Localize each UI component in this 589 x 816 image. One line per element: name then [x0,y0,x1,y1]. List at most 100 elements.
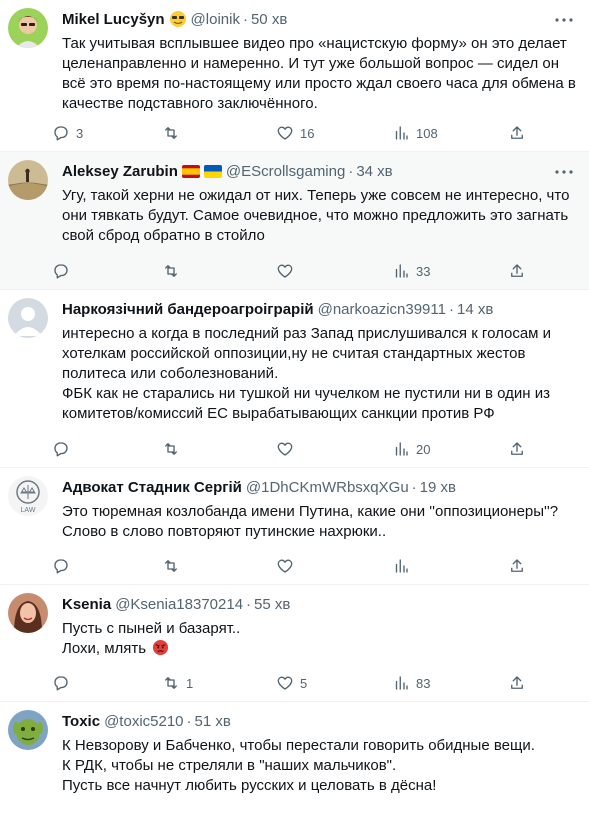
like-count: 5 [300,675,308,691]
reply-button[interactable] [52,556,76,576]
author-name[interactable]: Ksenia [62,596,111,613]
timestamp[interactable]: 14 хв [457,301,493,318]
tweet[interactable]: Наркоязічний бандероагроіграрій @narkoaz… [0,290,589,468]
angry-face-emoji-icon [153,639,169,656]
sunglasses-emoji-icon [169,10,187,28]
views-count: 108 [416,125,438,141]
author-name[interactable]: Toxic [62,713,100,730]
views-button[interactable]: 108 [392,123,438,143]
tweet[interactable]: LAW Адвокат Стадник Сергій @1DhCKmWRbsxq… [0,468,589,585]
retweet-icon [165,560,177,572]
tweet-text-line: интересно а когда в последний раз Запад … [62,325,552,342]
reply-button[interactable] [52,673,76,693]
tweet[interactable]: Mikel Lucyšyn @loinik · 50 хв Так учитыв… [0,0,589,152]
like-button[interactable] [276,556,300,576]
tweet[interactable]: Ksenia @Ksenia18370214 · 55 хв Пусть с п… [0,585,589,702]
avatar[interactable] [8,593,48,633]
separator-dot: · [411,478,417,496]
heart-icon [277,559,293,573]
avatar[interactable] [8,710,48,750]
share-button[interactable] [508,123,532,143]
tweet[interactable]: Aleksey Zarubin @EScrollsgaming · 34 хв … [0,152,589,290]
tweet[interactable]: Toxic @toxic5210 · 51 хв К Невзорову и Б… [0,702,589,816]
views-count: 20 [416,441,431,457]
retweet-button[interactable] [162,439,186,459]
avatar[interactable] [8,8,48,48]
author-handle[interactable]: @1DhCKmWRbsxqXGu [246,479,409,496]
reply-icon [54,442,68,457]
like-button[interactable] [276,261,300,281]
avatar[interactable] [8,298,48,338]
tweet-text-line: хотелкам российской оппозиции,ну не счит… [62,345,526,362]
retweet-icon [165,677,177,689]
reply-button[interactable]: 3 [52,123,83,143]
retweet-button[interactable]: 1 [162,673,193,693]
heart-icon [277,676,293,690]
timestamp[interactable]: 50 хв [251,11,287,28]
share-icon [511,676,523,689]
like-button[interactable]: 16 [276,123,314,143]
law-logo-text: LAW [21,507,36,514]
views-chart-icon [395,442,408,456]
author-handle[interactable]: @loinik [191,11,240,28]
views-count: 83 [416,675,431,691]
share-icon [511,559,523,572]
tweet-text-line: комитетов/комиссий ЕС вырабатывающих сан… [62,405,495,422]
author-name[interactable]: Адвокат Стадник Сергій [62,479,242,496]
tweet-text: Угу, такой херни не ожидал от них. Тепер… [62,186,569,246]
avatar[interactable] [8,160,48,200]
retweet-icon [165,265,177,277]
timestamp[interactable]: 55 хв [254,596,290,613]
more-options-icon[interactable] [553,9,575,31]
tweet-text-line: Пусть все начнут любить русских и целова… [62,777,437,794]
views-count: 33 [416,263,431,279]
timestamp[interactable]: 34 хв [356,163,392,180]
author-name[interactable]: Наркоязічний бандероагроіграрій [62,301,314,318]
retweet-button[interactable] [162,261,186,281]
spain-flag-icon [181,164,200,178]
tweet-actions [50,556,565,576]
views-button[interactable] [392,556,416,576]
author-name[interactable]: Aleksey Zarubin [62,163,178,180]
tweet-text-line: Лохи, млять [62,639,565,659]
share-icon [511,264,523,277]
separator-dot: · [242,10,248,28]
tweet-text: Это тюремная козлобанда имени Путина, ка… [62,502,565,542]
author-name[interactable]: Mikel Lucyšyn [62,11,165,28]
share-button[interactable] [508,261,532,281]
more-options-icon[interactable] [553,161,575,183]
separator-dot: · [348,162,354,180]
like-button[interactable] [276,439,300,459]
tweet-actions: 20 [50,439,565,459]
author-handle[interactable]: @Ksenia18370214 [115,596,243,613]
timestamp[interactable]: 51 хв [195,713,231,730]
views-button[interactable]: 83 [392,673,430,693]
reply-icon [54,676,68,691]
retweet-icon [165,443,177,455]
retweet-count: 1 [186,675,194,691]
views-button[interactable]: 33 [392,261,430,281]
author-handle[interactable]: @EScrollsgaming [226,163,345,180]
views-chart-icon [395,264,408,278]
share-button[interactable] [508,556,532,576]
like-button[interactable]: 5 [276,673,307,693]
views-button[interactable]: 20 [392,439,430,459]
tweet-actions: 1 5 83 [50,673,565,693]
tweet-text-line: политеса или соболезнований. [62,365,279,382]
timestamp[interactable]: 19 хв [420,479,456,496]
retweet-icon [165,127,177,139]
avatar[interactable]: LAW [8,476,48,516]
separator-dot: · [246,595,252,613]
share-button[interactable] [508,673,532,693]
heart-icon [277,442,293,456]
reply-button[interactable] [52,439,76,459]
author-handle[interactable]: @toxic5210 [104,713,183,730]
views-chart-icon [395,559,408,573]
author-handle[interactable]: @narkoazicn39911 [318,301,446,318]
retweet-button[interactable] [162,556,186,576]
reply-button[interactable] [52,261,76,281]
share-icon [511,126,523,139]
retweet-button[interactable] [162,123,186,143]
share-button[interactable] [508,439,532,459]
tweet-text: Пусть с пыней и базарят.. Лохи, млять [62,619,565,659]
